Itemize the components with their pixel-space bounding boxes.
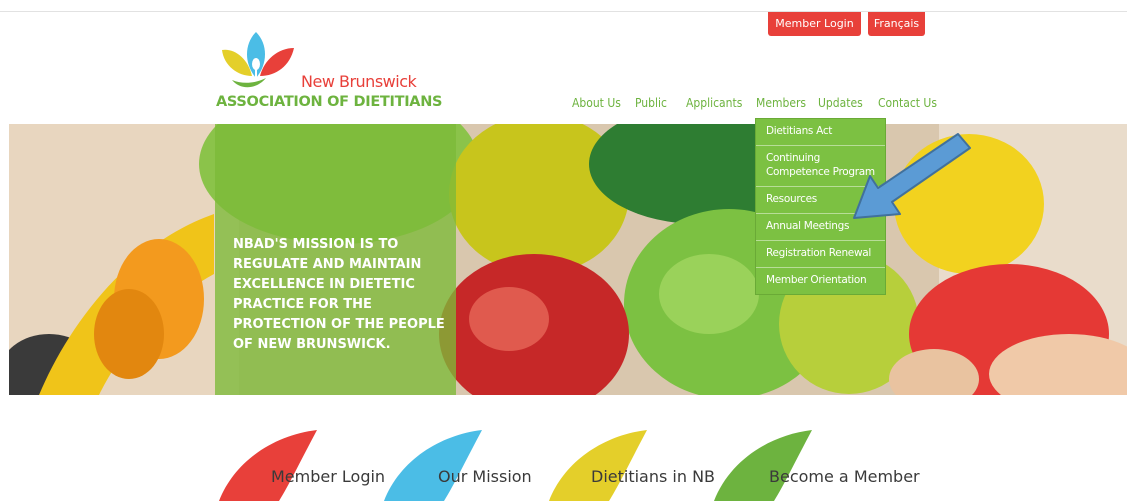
red-leaf-icon bbox=[219, 430, 317, 501]
quicklink-our-mission[interactable]: Our Mission bbox=[438, 467, 532, 486]
blue-leaf-icon bbox=[384, 430, 482, 501]
top-divider bbox=[0, 11, 1127, 12]
quicklink-become-a-member[interactable]: Become a Member bbox=[769, 467, 920, 486]
quicklink-dietitians-in-nb[interactable]: Dietitians in NB bbox=[591, 467, 715, 486]
menu-item-registration-renewal[interactable]: Registration Renewal bbox=[756, 241, 885, 268]
nav-members[interactable]: Members bbox=[756, 96, 806, 110]
mission-statement: NBAD'S MISSION IS TO REGULATE AND MAINTA… bbox=[233, 237, 445, 352]
yellow-leaf-icon bbox=[549, 430, 647, 501]
nav-applicants[interactable]: Applicants bbox=[686, 96, 742, 110]
nav-about-us[interactable]: About Us bbox=[572, 96, 621, 110]
logo-line-new-brunswick: New Brunswick bbox=[301, 72, 417, 91]
menu-item-member-orientation[interactable]: Member Orientation bbox=[756, 268, 885, 294]
quicklink-member-login[interactable]: Member Login bbox=[271, 467, 385, 486]
nav-updates[interactable]: Updates bbox=[818, 96, 863, 110]
nav-contact-us[interactable]: Contact Us bbox=[878, 96, 937, 110]
site-logo[interactable]: New Brunswick ASSOCIATION OF DIETITIANS bbox=[214, 30, 443, 110]
language-toggle-button[interactable]: Français bbox=[868, 12, 925, 36]
member-login-button[interactable]: Member Login bbox=[768, 12, 861, 36]
logo-leaves-icon bbox=[222, 32, 294, 88]
logo-line-association: ASSOCIATION OF DIETITIANS bbox=[216, 94, 443, 110]
mission-panel: NBAD'S MISSION IS TO REGULATE AND MAINTA… bbox=[215, 124, 456, 395]
green-leaf-icon bbox=[714, 430, 812, 501]
pointer-arrow-icon bbox=[853, 133, 971, 219]
nav-public[interactable]: Public bbox=[635, 96, 667, 110]
